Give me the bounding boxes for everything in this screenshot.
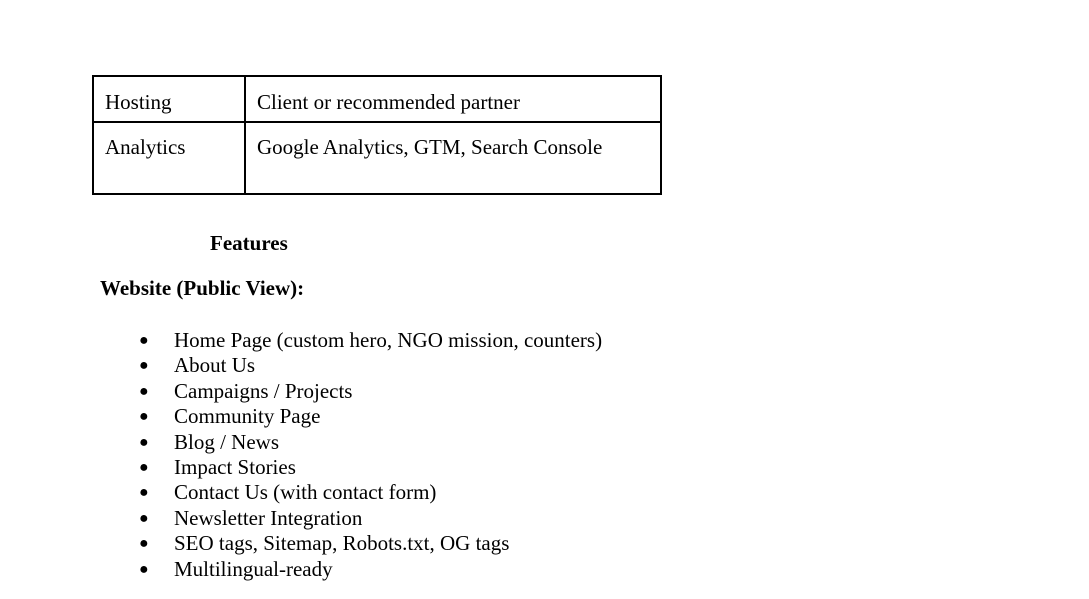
- list-item: ● Community Page: [0, 404, 602, 429]
- bullet-icon: ●: [139, 433, 149, 451]
- table-cell-label: Hosting: [92, 75, 246, 123]
- list-item-text: Contact Us (with contact form): [174, 480, 437, 505]
- bullet-icon: ●: [139, 458, 149, 476]
- bullet-icon: ●: [139, 484, 149, 502]
- list-item: ● Home Page (custom hero, NGO mission, co…: [0, 328, 602, 353]
- bullet-icon: ●: [139, 535, 149, 553]
- table-row: Analytics Google Analytics, GTM, Search …: [92, 121, 662, 195]
- bullet-icon: ●: [139, 332, 149, 349]
- list-item: ● Multilingual-ready: [0, 557, 602, 582]
- list-item-text: Community Page: [174, 404, 321, 429]
- list-item-text: SEO tags, Sitemap, Robots.txt, OG tags: [174, 531, 510, 556]
- feature-list: ● Home Page (custom hero, NGO mission, co…: [0, 328, 602, 582]
- bullet-icon: ●: [139, 382, 149, 400]
- table-cell-label: Analytics: [92, 121, 246, 195]
- list-item: ● Campaigns / Projects: [0, 379, 602, 404]
- list-item: ● Newsletter Integration: [0, 506, 602, 531]
- bullet-icon: ●: [139, 509, 149, 527]
- features-heading: Features: [210, 231, 288, 255]
- table-row: Hosting Client or recommended partner: [92, 75, 662, 123]
- document-page: Hosting Client or recommended partner An…: [0, 0, 1089, 599]
- list-item: ● About Us: [0, 353, 602, 378]
- bullet-icon: ●: [139, 560, 149, 578]
- list-item-text: Home Page (custom hero, NGO mission, cou…: [174, 328, 603, 352]
- list-item: ● Impact Stories: [0, 455, 602, 480]
- list-item-text: Multilingual-ready: [174, 556, 333, 581]
- list-item-text: Impact Stories: [174, 454, 296, 479]
- list-item-text: Campaigns / Projects: [174, 378, 353, 403]
- bullet-icon: ●: [139, 408, 149, 426]
- table-cell-value: Client or recommended partner: [244, 75, 662, 123]
- list-item: ● Blog / News: [0, 430, 602, 455]
- info-table: Hosting Client or recommended partner An…: [92, 75, 662, 195]
- list-item-text: About Us: [174, 353, 256, 378]
- table-cell-value: Google Analytics, GTM, Search Console: [244, 121, 662, 195]
- bullet-icon: ●: [139, 357, 149, 375]
- list-item: ● SEO tags, Sitemap, Robots.txt, OG tags: [0, 531, 602, 556]
- list-item-text: Newsletter Integration: [174, 505, 363, 530]
- list-item: ● Contact Us (with contact form): [0, 480, 602, 505]
- website-public-view-heading: Website (Public View):: [100, 276, 305, 300]
- list-item-text: Blog / News: [174, 429, 279, 454]
